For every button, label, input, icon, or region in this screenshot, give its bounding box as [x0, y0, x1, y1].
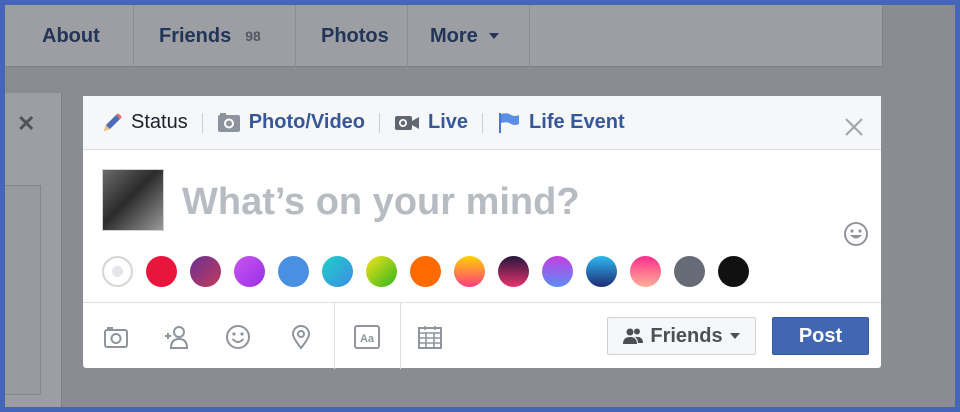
color-swatch[interactable] — [366, 256, 397, 287]
post-button[interactable]: Post — [772, 317, 869, 355]
post-composer: Status Photo/Video Live Life Event What’… — [83, 96, 881, 369]
color-swatch[interactable] — [498, 256, 529, 287]
color-swatch[interactable] — [586, 256, 617, 287]
flag-icon — [497, 111, 521, 135]
calendar-icon[interactable] — [416, 323, 444, 351]
close-icon: ✕ — [17, 111, 36, 136]
color-swatch[interactable] — [542, 256, 573, 287]
nav-photos-label: Photos — [321, 24, 389, 47]
profile-nav: About Friends 98 Photos More — [5, 5, 883, 67]
tab-photo-video-label: Photo/Video — [248, 111, 366, 133]
screenshot-frame: About Friends 98 Photos More ✕ Status Ph… — [5, 5, 955, 407]
nav-about-label: About — [42, 24, 100, 47]
caret-down-icon — [488, 32, 500, 40]
nav-photos[interactable]: Photos — [296, 5, 408, 67]
chevron-down-icon — [729, 332, 741, 340]
tab-life-event[interactable]: Life Event — [497, 111, 625, 135]
color-swatch[interactable] — [278, 256, 309, 287]
photo-camera-icon[interactable] — [102, 323, 130, 351]
nav-more[interactable]: More — [408, 5, 530, 67]
background-color-picker — [102, 256, 762, 287]
color-swatch-plain[interactable] — [102, 256, 133, 287]
tab-status-label: Status — [131, 111, 188, 133]
text-style-icon[interactable]: Aa — [353, 323, 381, 351]
nav-friends-label: Friends — [159, 24, 232, 47]
tab-divider — [482, 112, 484, 133]
pencil-icon — [101, 112, 123, 134]
tab-live[interactable]: Live — [394, 111, 468, 134]
background-card — [5, 185, 41, 395]
color-swatch[interactable] — [630, 256, 661, 287]
friends-icon — [622, 327, 644, 345]
feeling-smiley-icon[interactable] — [224, 323, 252, 351]
toolbar-divider — [334, 303, 335, 369]
nav-friends[interactable]: Friends 98 — [134, 5, 296, 67]
friends-count: 98 — [245, 28, 261, 44]
tab-live-label: Live — [428, 111, 469, 133]
color-swatch[interactable] — [190, 256, 221, 287]
tab-status[interactable]: Status — [101, 111, 188, 134]
camera-icon — [217, 112, 241, 134]
post-button-label: Post — [798, 324, 843, 347]
toolbar-divider — [400, 303, 401, 369]
nav-about[interactable]: About — [5, 5, 134, 67]
tag-friends-icon[interactable] — [163, 323, 191, 351]
color-swatch[interactable] — [322, 256, 353, 287]
nav-more-label: More — [430, 24, 478, 47]
audience-label: Friends — [650, 324, 723, 347]
emoji-icon[interactable] — [843, 221, 869, 247]
tab-divider — [379, 112, 381, 133]
composer-tabs: Status Photo/Video Live Life Event — [83, 96, 881, 150]
tab-photo-video[interactable]: Photo/Video — [217, 111, 365, 134]
color-swatch[interactable] — [674, 256, 705, 287]
close-icon[interactable] — [843, 116, 865, 138]
location-pin-icon[interactable] — [287, 323, 315, 351]
svg-text:Aa: Aa — [360, 333, 375, 345]
audience-selector[interactable]: Friends — [607, 317, 756, 355]
color-swatch[interactable] — [234, 256, 265, 287]
composer-toolbar: Aa Friends Post — [83, 302, 881, 369]
tab-life-event-label: Life Event — [529, 111, 625, 133]
avatar — [102, 169, 164, 231]
video-camera-icon — [394, 114, 420, 132]
color-swatch[interactable] — [146, 256, 177, 287]
color-swatch[interactable] — [718, 256, 749, 287]
status-input[interactable] — [182, 181, 782, 224]
color-swatch[interactable] — [410, 256, 441, 287]
tab-divider — [201, 112, 203, 133]
color-swatch[interactable] — [454, 256, 485, 287]
